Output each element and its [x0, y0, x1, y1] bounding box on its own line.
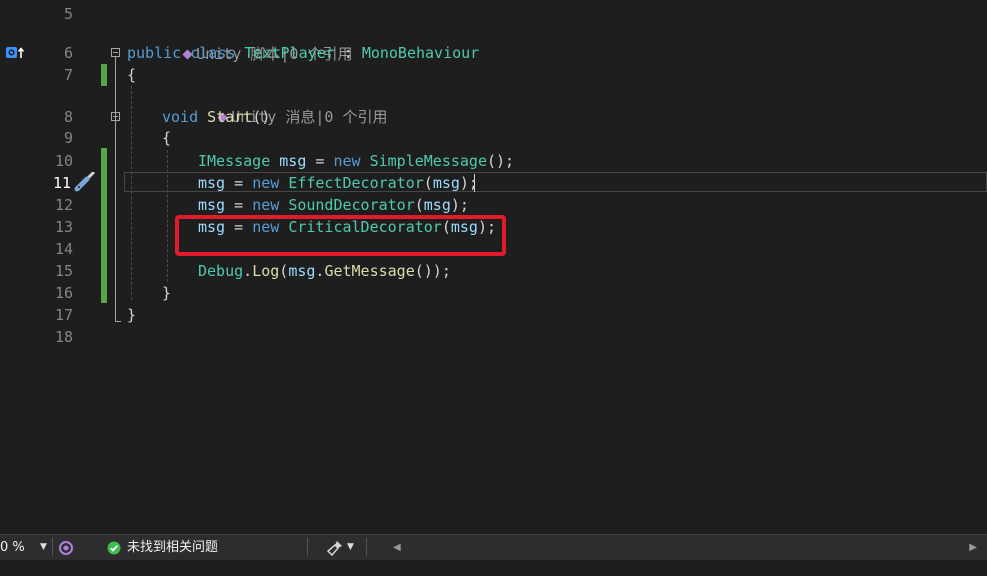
line-number: 9 — [63, 129, 73, 147]
code-line: 9 { — [0, 127, 987, 149]
method-name: Start — [207, 108, 253, 126]
code-line: 17 } — [0, 304, 987, 326]
divider — [52, 538, 53, 556]
line-number: 16 — [54, 284, 73, 302]
code-text[interactable]: IMessage msg = new SimpleMessage(); — [198, 150, 514, 172]
punctuation: ( — [279, 262, 289, 280]
variable: msg — [423, 196, 451, 214]
zoom-level[interactable]: 0 % — [0, 535, 25, 560]
class-name: Debug — [198, 262, 244, 280]
class-name: SimpleMessage — [369, 152, 487, 170]
zoom-dropdown-icon[interactable]: ▼ — [40, 535, 47, 560]
punctuation: = — [306, 152, 334, 170]
method-name: Log — [252, 262, 280, 280]
keyword: void — [162, 108, 199, 126]
intellicode-icon[interactable] — [57, 539, 75, 557]
code-text[interactable]: Debug.Log(msg.GetMessage()); — [198, 260, 451, 282]
punctuation: ( — [414, 196, 424, 214]
window-bottom-edge — [0, 560, 987, 576]
variable: msg — [198, 174, 226, 192]
keyword: new — [333, 152, 361, 170]
code-line: 18 — [0, 326, 987, 348]
punctuation: (); — [487, 152, 515, 170]
cleanup-dropdown-icon[interactable]: ▼ — [347, 535, 354, 560]
scroll-right-icon[interactable]: ▶ — [969, 535, 977, 560]
code-line: 10 IMessage msg = new SimpleMessage(); — [0, 150, 987, 172]
annotation-highlight-box — [175, 215, 506, 256]
base-class-name: MonoBehaviour — [361, 44, 480, 62]
line-number: 10 — [54, 152, 73, 170]
code-line: 12 msg = new SoundDecorator(msg); — [0, 194, 987, 216]
line-number: 13 — [54, 218, 73, 236]
code-line: 15 Debug.Log(msg.GetMessage()); — [0, 260, 987, 282]
keyword: public — [127, 44, 182, 62]
variable: msg — [432, 174, 460, 192]
code-lens-line: Unity 消息|0 个引用 — [0, 84, 987, 126]
code-line: 16 } — [0, 282, 987, 304]
line-number: 7 — [63, 66, 73, 84]
code-text[interactable]: void Start() — [162, 106, 270, 128]
code-text[interactable]: } — [162, 282, 171, 304]
class-name: TextPlayer — [244, 44, 335, 62]
punctuation: () — [252, 108, 271, 126]
unity-references-icon[interactable] — [5, 46, 25, 60]
check-circle-icon — [107, 541, 121, 555]
code-text[interactable]: msg = new SoundDecorator(msg); — [198, 194, 469, 216]
code-cleanup-brush-icon[interactable] — [326, 539, 344, 557]
class-name: SoundDecorator — [288, 196, 415, 214]
code-lens-message[interactable]: Unity 消息|0 个引用 — [162, 84, 387, 126]
variable: msg — [279, 152, 307, 170]
editor-status-bar: 0 % ▼ 未找到相关问题 ▼ ◀ ▶ — [0, 534, 987, 560]
code-text[interactable]: public class TextPlayer : MonoBehaviour — [127, 42, 479, 64]
keyword: new — [252, 174, 280, 192]
punctuation: ); — [459, 174, 478, 192]
punctuation: . — [243, 262, 253, 280]
class-name: EffectDecorator — [288, 174, 424, 192]
line-number: 11 — [52, 174, 71, 192]
line-number: 6 — [63, 44, 73, 62]
code-editor[interactable]: 5 Unity 脚本|0 个引用 6 public class TextPlay… — [0, 0, 987, 534]
line-number: 12 — [54, 196, 73, 214]
line-number: 8 — [63, 108, 73, 126]
punctuation: = — [225, 196, 253, 214]
line-number: 18 — [54, 328, 73, 346]
text-caret — [474, 174, 475, 192]
code-text[interactable]: { — [127, 64, 136, 86]
code-lens-script[interactable]: Unity 脚本|0 个引用 — [127, 21, 352, 63]
code-text[interactable]: } — [127, 304, 136, 326]
keyword: class — [190, 44, 236, 62]
line-number: 14 — [54, 240, 73, 258]
punctuation: ()); — [414, 262, 451, 280]
method-name: GetMessage — [324, 262, 415, 280]
divider — [366, 538, 367, 556]
code-text[interactable]: msg = new EffectDecorator(msg); — [198, 172, 478, 194]
variable: msg — [288, 262, 316, 280]
line-number: 15 — [54, 262, 73, 280]
code-line: 6 public class TextPlayer : MonoBehaviou… — [0, 42, 987, 64]
code-text[interactable]: { — [162, 127, 171, 149]
type-name: IMessage — [198, 152, 271, 170]
scroll-left-icon[interactable]: ◀ — [393, 535, 401, 560]
code-line: 7 { — [0, 64, 987, 86]
punctuation: : — [334, 44, 362, 62]
line-number: 17 — [54, 306, 73, 324]
punctuation: ); — [450, 196, 469, 214]
punctuation: ( — [423, 174, 433, 192]
horizontal-scrollbar[interactable]: ◀ ▶ — [385, 535, 985, 560]
issues-status[interactable]: 未找到相关问题 — [127, 535, 218, 560]
divider — [307, 538, 308, 556]
code-line: 8 void Start() — [0, 106, 987, 128]
code-line-current: 11 msg = new EffectDecorator(msg); — [0, 172, 987, 194]
keyword: new — [252, 196, 280, 214]
quick-actions-screwdriver-icon[interactable] — [74, 172, 96, 192]
variable: msg — [198, 196, 226, 214]
code-lens-line: Unity 脚本|0 个引用 — [0, 21, 987, 63]
punctuation: = — [225, 174, 253, 192]
